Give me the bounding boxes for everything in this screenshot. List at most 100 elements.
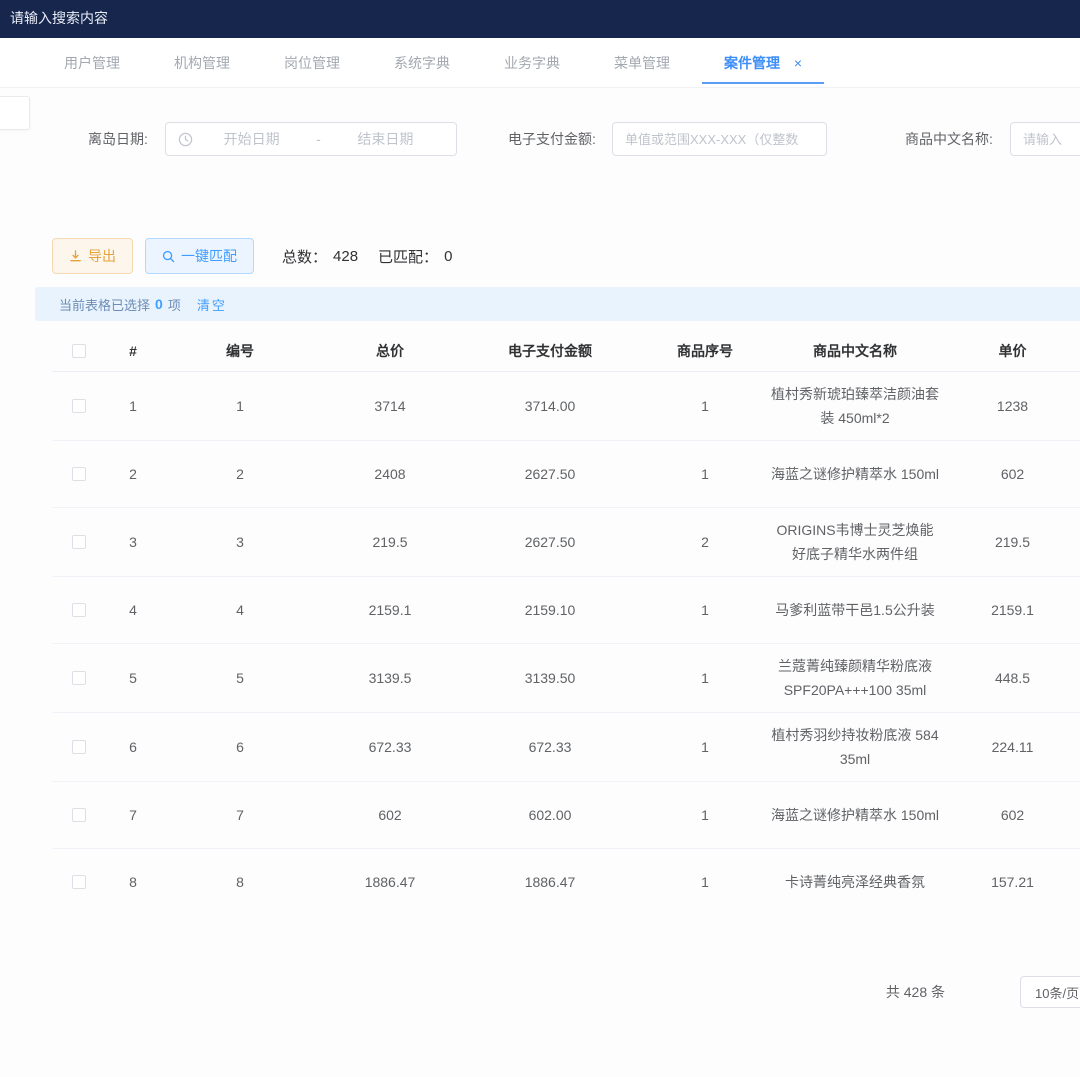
cell-index: 6 xyxy=(106,739,160,755)
table-row[interactable]: 6 6 672.33 672.33 1 植村秀羽纱持妆粉底液 584 35ml … xyxy=(52,713,1080,782)
tab-org-management[interactable]: 机构管理 xyxy=(170,38,234,88)
table-header-row: # 编号 总价 电子支付金额 商品序号 商品中文名称 单价 xyxy=(52,330,1080,372)
cell-name: 植村秀新琥珀臻萃洁颜油套装 450ml*2 xyxy=(770,372,940,440)
pagination-bar: 共 428 条 10条/页 xyxy=(0,974,1080,1008)
col-header-seq: 商品序号 xyxy=(640,341,770,361)
col-header-total: 总价 xyxy=(320,341,460,361)
table-row[interactable]: 1 1 3714 3714.00 1 植村秀新琥珀臻萃洁颜油套装 450ml*2… xyxy=(52,372,1080,441)
one-click-match-button[interactable]: 一键匹配 xyxy=(145,238,254,274)
table-row[interactable]: 3 3 219.5 2627.50 2 ORIGINS韦博士灵芝焕能好底子精华水… xyxy=(52,508,1080,577)
row-checkbox[interactable] xyxy=(72,808,86,822)
cell-total: 3139.5 xyxy=(320,670,460,686)
cell-unit: 219.5 xyxy=(940,534,1080,550)
cell-index: 4 xyxy=(106,602,160,618)
cell-seq: 1 xyxy=(640,466,770,482)
col-header-index: # xyxy=(106,343,160,359)
download-icon xyxy=(69,250,82,263)
row-checkbox[interactable] xyxy=(72,740,86,754)
selection-info-bar: 当前表格已选择 0 项 清空 xyxy=(35,287,1080,321)
clear-selection-link[interactable]: 清空 xyxy=(197,295,227,314)
cell-code: 7 xyxy=(160,807,320,823)
cell-payment: 2627.50 xyxy=(460,534,640,550)
cell-index: 2 xyxy=(106,466,160,482)
row-checkbox[interactable] xyxy=(72,603,86,617)
cell-total: 219.5 xyxy=(320,534,460,550)
cell-code: 8 xyxy=(160,874,320,890)
cell-payment: 3139.50 xyxy=(460,670,640,686)
count-summary: 总数：428 已匹配：0 xyxy=(282,246,452,267)
cell-payment: 602.00 xyxy=(460,807,640,823)
cell-name: 海蓝之谜修护精萃水 150ml xyxy=(770,793,940,837)
cell-total: 672.33 xyxy=(320,739,460,755)
cell-unit: 157.21 xyxy=(940,874,1080,890)
cell-name: 卡诗菁纯亮泽经典香氛 xyxy=(770,860,940,904)
cell-payment: 2159.10 xyxy=(460,602,640,618)
filter-row: 离岛日期: 开始日期 - 结束日期 电子支付金额: 商品中文名称: xyxy=(0,120,1080,170)
cell-seq: 1 xyxy=(640,739,770,755)
end-date-placeholder[interactable]: 结束日期 xyxy=(327,129,444,149)
payment-amount-label: 电子支付金额: xyxy=(508,129,596,149)
selection-prefix: 当前表格已选择 xyxy=(59,295,150,314)
col-header-payment: 电子支付金额 xyxy=(460,341,640,361)
cell-payment: 672.33 xyxy=(460,739,640,755)
tab-business-dict[interactable]: 业务字典 xyxy=(500,38,564,88)
export-button[interactable]: 导出 xyxy=(52,238,133,274)
tab-bar: 用户管理 机构管理 岗位管理 系统字典 业务字典 菜单管理 案件管理 × xyxy=(0,38,1080,88)
table-row[interactable]: 5 5 3139.5 3139.50 1 兰蔻菁纯臻颜精华粉底液SPF20PA+… xyxy=(52,644,1080,713)
table-row[interactable]: 7 7 602 602.00 1 海蓝之谜修护精萃水 150ml 602 xyxy=(52,782,1080,849)
col-header-code: 编号 xyxy=(160,341,320,361)
cell-code: 4 xyxy=(160,602,320,618)
matched-label: 已匹配： xyxy=(378,246,438,267)
cell-seq: 1 xyxy=(640,398,770,414)
cell-unit: 448.5 xyxy=(940,670,1080,686)
row-checkbox[interactable] xyxy=(72,467,86,481)
pagination-total: 共 428 条 xyxy=(886,982,945,1002)
cell-code: 5 xyxy=(160,670,320,686)
cell-payment: 2627.50 xyxy=(460,466,640,482)
table-row[interactable]: 8 8 1886.47 1886.47 1 卡诗菁纯亮泽经典香氛 157.21 xyxy=(52,849,1080,905)
cell-payment: 3714.00 xyxy=(460,398,640,414)
tab-post-management[interactable]: 岗位管理 xyxy=(280,38,344,88)
cell-total: 1886.47 xyxy=(320,874,460,890)
cell-index: 8 xyxy=(106,874,160,890)
cell-unit: 224.11 xyxy=(940,739,1080,755)
payment-amount-input[interactable] xyxy=(612,122,827,156)
cell-name: ORIGINS韦博士灵芝焕能好底子精华水两件组 xyxy=(770,508,940,576)
clock-icon xyxy=(178,132,193,147)
top-header-bar: 请输入搜索内容 xyxy=(0,0,1080,38)
cell-name: 海蓝之谜修护精萃水 150ml xyxy=(770,452,940,496)
tab-case-management[interactable]: 案件管理 × xyxy=(720,38,806,88)
tab-user-management[interactable]: 用户管理 xyxy=(60,38,124,88)
cell-seq: 1 xyxy=(640,602,770,618)
cell-seq: 2 xyxy=(640,534,770,550)
global-search-input[interactable]: 请输入搜索内容 xyxy=(10,8,108,28)
page-size-select[interactable]: 10条/页 xyxy=(1020,976,1080,1008)
match-button-label: 一键匹配 xyxy=(181,246,237,266)
select-all-checkbox[interactable] xyxy=(72,344,86,358)
cell-seq: 1 xyxy=(640,874,770,890)
tab-close-icon[interactable]: × xyxy=(794,55,802,71)
tab-menu-management[interactable]: 菜单管理 xyxy=(610,38,674,88)
col-header-unit: 单价 xyxy=(940,341,1080,361)
date-range-separator: - xyxy=(310,131,327,147)
cell-code: 3 xyxy=(160,534,320,550)
start-date-placeholder[interactable]: 开始日期 xyxy=(193,129,310,149)
tab-system-dict[interactable]: 系统字典 xyxy=(390,38,454,88)
cell-unit: 602 xyxy=(940,466,1080,482)
cell-unit: 602 xyxy=(940,807,1080,823)
search-icon xyxy=(162,250,175,263)
row-checkbox[interactable] xyxy=(72,875,86,889)
table-row[interactable]: 4 4 2159.1 2159.10 1 马爹利蓝带干邑1.5公升装 2159.… xyxy=(52,577,1080,644)
row-checkbox[interactable] xyxy=(72,671,86,685)
case-table: # 编号 总价 电子支付金额 商品序号 商品中文名称 单价 1 1 3714 3… xyxy=(52,330,1080,905)
table-row[interactable]: 2 2 2408 2627.50 1 海蓝之谜修护精萃水 150ml 602 xyxy=(52,441,1080,508)
cell-seq: 1 xyxy=(640,670,770,686)
cell-seq: 1 xyxy=(640,807,770,823)
row-checkbox[interactable] xyxy=(72,399,86,413)
tab-case-management-label: 案件管理 xyxy=(724,55,780,71)
depart-date-range-picker[interactable]: 开始日期 - 结束日期 xyxy=(165,122,457,156)
total-value: 428 xyxy=(333,248,358,265)
row-checkbox[interactable] xyxy=(72,535,86,549)
cell-total: 3714 xyxy=(320,398,460,414)
product-name-input[interactable] xyxy=(1010,122,1080,156)
